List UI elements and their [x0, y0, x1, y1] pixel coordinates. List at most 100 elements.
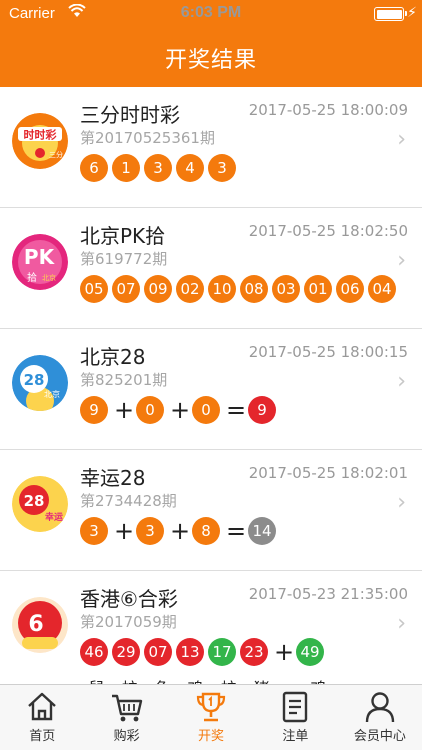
tab-draw-results[interactable]: 开奖: [169, 685, 253, 750]
chevron-right-icon: ›: [397, 127, 406, 152]
equals-sign: =: [225, 396, 247, 424]
issue-number: 第2017059期: [80, 613, 177, 631]
number-ball: 9: [80, 396, 108, 424]
lottery-name: 幸运28: [80, 466, 146, 490]
document-icon: [283, 691, 308, 723]
tab-label: 注单: [282, 729, 309, 744]
lottery-name: 北京28: [80, 345, 146, 369]
svg-text:时时彩: 时时彩: [24, 128, 57, 142]
status-bar: Carrier 6:03 PM ⚡: [0, 0, 422, 28]
result-balls: 9 + 0 + 0 = 9: [80, 396, 280, 424]
draw-time: 2017-05-25 18:02:50: [248, 222, 408, 240]
charging-icon: ⚡: [407, 5, 417, 21]
number-ball: 3: [144, 154, 172, 182]
issue-number: 第20170525361期: [80, 129, 215, 147]
number-ball: 0: [192, 396, 220, 424]
number-ball: 3: [208, 154, 236, 182]
plus-sign: +: [113, 396, 135, 424]
number-ball: 17: [208, 638, 236, 666]
lottery-row-beijing-28[interactable]: 28 北京 北京28 2017-05-25 18:00:15 第825201期 …: [0, 329, 422, 450]
tab-label: 购彩: [113, 729, 140, 744]
number-ball: 10: [208, 275, 236, 303]
tab-bet-slips[interactable]: 注单: [253, 685, 337, 750]
issue-number: 第2734428期: [80, 492, 177, 510]
number-ball: 13: [176, 638, 204, 666]
chevron-right-icon: ›: [397, 490, 406, 515]
svg-text:拾: 拾: [27, 271, 37, 284]
tab-member-center[interactable]: 会员中心: [338, 685, 422, 750]
number-ball: 3: [80, 517, 108, 545]
result-balls: 46 29 07 13 17 23 + 49: [80, 638, 328, 666]
lottery-row-lucky-28[interactable]: 28 幸运 幸运28 2017-05-25 18:02:01 第2734428期…: [0, 450, 422, 571]
tab-label: 会员中心: [353, 729, 406, 744]
cart-icon: [111, 694, 142, 722]
sum-ball: 14: [248, 517, 276, 545]
svg-text:北京: 北京: [44, 389, 60, 399]
equals-sign: =: [225, 517, 247, 545]
number-ball: 03: [272, 275, 300, 303]
plus-sign: +: [169, 517, 191, 545]
plus-sign: +: [169, 396, 191, 424]
number-ball: 29: [112, 638, 140, 666]
top-bar: Carrier 6:03 PM ⚡ 开奖结果: [0, 0, 422, 87]
number-ball: 4: [176, 154, 204, 182]
result-balls: 3 + 3 + 8 = 14: [80, 517, 280, 545]
draw-time: 2017-05-25 18:02:01: [248, 464, 408, 482]
chevron-right-icon: ›: [397, 611, 406, 636]
draw-time: 2017-05-25 18:00:09: [248, 101, 408, 119]
lottery-name: 北京PK拾: [80, 224, 166, 248]
number-ball: 07: [144, 638, 172, 666]
svg-text:28: 28: [24, 371, 45, 389]
number-ball: 06: [336, 275, 364, 303]
tab-label: 首页: [29, 729, 56, 744]
draw-time: 2017-05-25 18:00:15: [248, 343, 408, 361]
number-ball: 1: [112, 154, 140, 182]
hongkong-mark-six-logo: 6: [12, 597, 68, 653]
lottery-name: 香港⑥合彩: [80, 587, 178, 611]
plus-sign: +: [273, 638, 295, 666]
beijing-pk10-logo: PK 拾 北京: [12, 234, 68, 290]
number-ball: 3: [136, 517, 164, 545]
plus-sign: +: [113, 517, 135, 545]
beijing-28-logo: 28 北京: [12, 355, 68, 411]
number-ball: 09: [144, 275, 172, 303]
status-time: 6:03 PM: [180, 4, 242, 21]
home-icon: [28, 692, 57, 721]
number-ball: 23: [240, 638, 268, 666]
battery-icon: [374, 7, 407, 21]
lottery-row-beijing-pk10[interactable]: PK 拾 北京 北京PK拾 2017-05-25 18:02:50 第61977…: [0, 208, 422, 329]
sum-ball: 9: [248, 396, 276, 424]
svg-text:三分: 三分: [49, 150, 63, 159]
chevron-right-icon: ›: [397, 369, 406, 394]
tab-label: 开奖: [198, 729, 225, 744]
special-number-ball: 49: [296, 638, 324, 666]
number-ball: 07: [112, 275, 140, 303]
lottery-row-three-minute[interactable]: 时时彩 三分 三分时时彩 2017-05-25 18:00:09 第201705…: [0, 87, 422, 208]
result-balls: 05 07 09 02 10 08 03 01 06 04: [80, 275, 400, 303]
tab-bar: 首页 购彩 开奖 注单 会员中心: [0, 684, 422, 750]
number-ball: 0: [136, 396, 164, 424]
draw-time: 2017-05-23 21:35:00: [248, 585, 408, 603]
trophy-icon: [196, 692, 226, 722]
lottery-name: 三分时时彩: [80, 103, 180, 127]
user-icon: [365, 692, 395, 723]
issue-number: 第825201期: [80, 371, 168, 389]
number-ball: 08: [240, 275, 268, 303]
number-ball: 46: [80, 638, 108, 666]
svg-text:北京: 北京: [42, 273, 56, 282]
tab-home[interactable]: 首页: [0, 685, 84, 750]
issue-number: 第619772期: [80, 250, 168, 268]
svg-text:28: 28: [24, 492, 45, 510]
tab-buy-lottery[interactable]: 购彩: [84, 685, 168, 750]
number-ball: 8: [192, 517, 220, 545]
number-ball: 04: [368, 275, 396, 303]
three-minute-lottery-logo: 时时彩 三分: [12, 113, 68, 169]
page-title: 开奖结果: [164, 48, 257, 73]
number-ball: 01: [304, 275, 332, 303]
lottery-result-list: 时时彩 三分 三分时时彩 2017-05-25 18:00:09 第201705…: [0, 87, 422, 721]
svg-text:6: 6: [28, 612, 43, 637]
lucky-28-logo: 28 幸运: [12, 476, 68, 532]
result-balls: 6 1 3 4 3: [80, 154, 240, 182]
number-ball: 05: [80, 275, 108, 303]
number-ball: 02: [176, 275, 204, 303]
